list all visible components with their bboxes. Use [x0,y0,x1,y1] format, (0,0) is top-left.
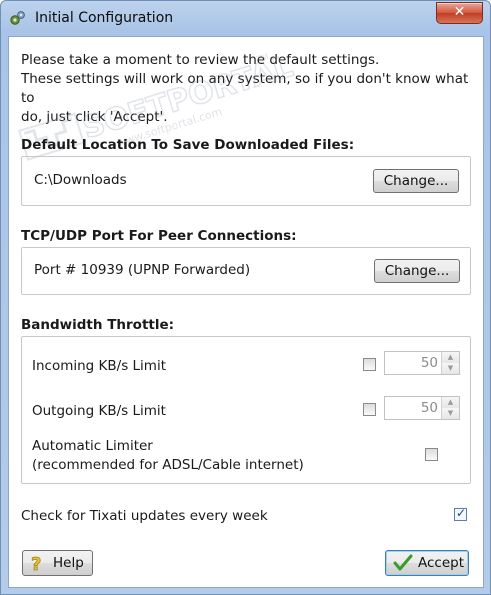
gears-icon [10,11,25,25]
dialog-window: Initial Configuration ✕ Please take a mo… [0,0,491,595]
download-path: C:\Downloads [34,172,127,188]
help-button[interactable]: ? Help [22,550,93,576]
incoming-limit-label: Incoming KB/s Limit [32,358,166,374]
accept-label: Accept [418,555,465,571]
intro-text: Please take a moment to review the defau… [21,51,476,127]
auto-limiter-note: (recommended for ADSL/Cable internet) [32,457,304,473]
auto-limiter-checkbox[interactable] [425,448,438,461]
change-download-location-button[interactable]: Change... [373,169,459,193]
intro-line-3: do, just click 'Accept'. [21,109,168,125]
outgoing-spin-down-icon[interactable]: ▼ [441,408,459,419]
incoming-spin-down-icon[interactable]: ▼ [441,363,459,374]
incoming-limit-spinner[interactable]: 50 ▲ ▼ [384,351,460,375]
svg-text:?: ? [31,554,41,572]
intro-line-2: These settings will work on any system, … [21,71,469,106]
incoming-limit-checkbox[interactable] [363,358,376,371]
outgoing-limit-checkbox[interactable] [363,403,376,416]
update-check-checkbox[interactable]: ✓ [454,506,467,521]
peer-port-title: TCP/UDP Port For Peer Connections: [21,228,297,244]
bandwidth-group: Incoming KB/s Limit 50 ▲ ▼ Outgoing KB/s… [21,336,471,484]
close-icon: ✕ [453,4,466,20]
auto-limiter-label: Automatic Limiter [32,438,153,454]
update-check-label: Check for Tixati updates every week [21,508,268,524]
outgoing-limit-spinner[interactable]: 50 ▲ ▼ [384,396,460,420]
title-bar[interactable]: Initial Configuration ✕ [1,1,490,35]
incoming-limit-value: 50 [420,355,438,371]
peer-port-value: Port # 10939 (UPNP Forwarded) [34,262,251,278]
download-location-title: Default Location To Save Downloaded File… [21,137,355,153]
checkmark-icon: ✓ [456,506,467,520]
close-button[interactable]: ✕ [436,2,483,24]
check-icon [393,554,413,571]
bandwidth-title: Bandwidth Throttle: [21,317,175,333]
outgoing-limit-label: Outgoing KB/s Limit [32,403,166,419]
help-label: Help [53,555,84,571]
window-title: Initial Configuration [35,10,174,26]
intro-line-1: Please take a moment to review the defau… [21,52,380,68]
outgoing-limit-value: 50 [420,400,438,416]
download-location-group: C:\Downloads Change... [21,156,471,206]
change-port-button[interactable]: Change... [374,259,460,283]
dialog-body: Please take a moment to review the defau… [8,36,484,588]
peer-port-group: Port # 10939 (UPNP Forwarded) Change... [21,247,471,295]
accept-button[interactable]: Accept [385,550,469,576]
help-question-icon: ? [31,554,42,572]
